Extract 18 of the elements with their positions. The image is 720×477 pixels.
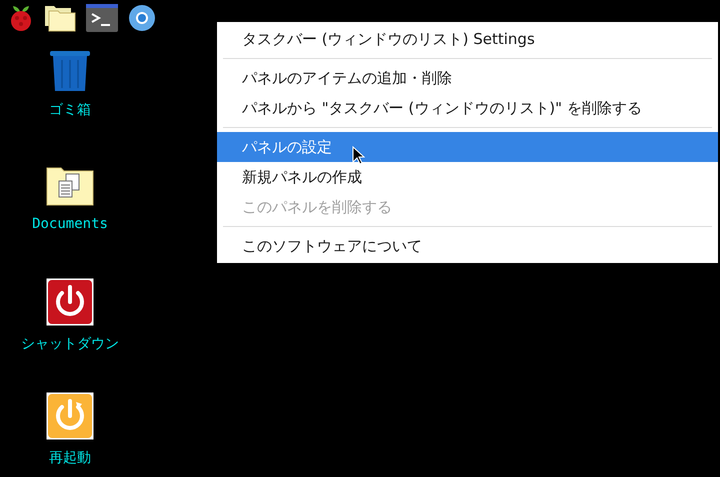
desktop-icon-label[interactable]: Documents (32, 214, 108, 235)
menu-item[interactable]: 新規パネルの作成 (217, 162, 718, 192)
menu-item[interactable]: このソフトウェアについて (217, 231, 718, 261)
mouse-cursor-icon (352, 146, 365, 165)
raspberry-icon[interactable] (8, 4, 34, 32)
terminal-icon[interactable] (86, 4, 118, 32)
browser-icon[interactable] (128, 4, 156, 32)
menu-item[interactable]: パネルのアイテムの追加・削除 (217, 63, 718, 93)
menu-item[interactable]: パネルの設定 (217, 132, 718, 162)
desktop-icon-label[interactable]: 再起動 (49, 448, 91, 469)
power-icon (46, 278, 94, 326)
menu-item[interactable]: パネルから "タスクバー (ウィンドウのリスト)" を削除する (217, 93, 718, 123)
desktop-icon-label[interactable]: ゴミ箱 (49, 100, 91, 121)
trash-can-icon (48, 50, 92, 92)
menu-item[interactable]: タスクバー (ウィンドウのリスト) Settings (217, 24, 718, 54)
folder-icon[interactable] (44, 4, 76, 32)
restart-icon (46, 392, 94, 440)
desktop-icon-label[interactable]: シャットダウン (21, 334, 119, 355)
